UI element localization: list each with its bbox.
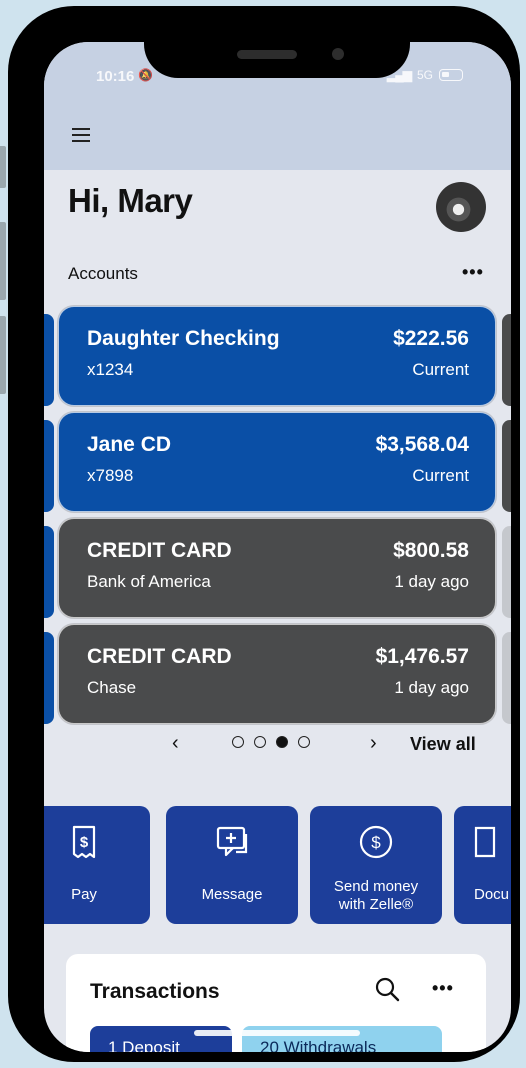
message-label: Message [201, 886, 263, 903]
pay-label: Pay [71, 886, 97, 903]
document-icon [474, 826, 496, 858]
side-button-2 [0, 222, 6, 300]
last-updated: 1 day ago [394, 572, 469, 591]
message-button[interactable]: Message [166, 806, 298, 924]
account-name: Daughter Checking [87, 327, 280, 350]
next-card-peek [502, 314, 511, 406]
next-card-peek [502, 526, 511, 618]
account-balance: $800.58 [393, 539, 469, 562]
last-updated: 1 day ago [394, 678, 469, 697]
page-dot[interactable] [298, 736, 310, 748]
status-time: 10:16 [96, 68, 135, 85]
account-institution: Bank of America [87, 572, 211, 591]
accounts-label: Accounts [68, 264, 138, 283]
account-name: CREDIT CARD [87, 539, 232, 562]
documents-button[interactable]: Docu [454, 806, 511, 924]
page-dots [232, 736, 310, 748]
transactions-panel: Transactions ••• 1 Deposit 20 Withdrawal… [66, 954, 486, 1052]
page-dot[interactable] [232, 736, 244, 748]
zelle-button[interactable]: $ Send money with Zelle® [310, 806, 442, 924]
svg-text:$: $ [371, 833, 381, 852]
app-screen: 10:16 🔕 ▂▄▆ 5G Hi, Mary Accounts ••• Dau… [44, 42, 511, 1052]
phone-frame: 10:16 🔕 ▂▄▆ 5G Hi, Mary Accounts ••• Dau… [8, 6, 520, 1062]
zelle-label-line1: Send money [333, 878, 419, 895]
balance-status: Current [412, 360, 469, 379]
account-balance: $3,568.04 [375, 433, 469, 456]
transactions-title: Transactions [90, 980, 220, 1003]
mute-icon: 🔕 [138, 68, 153, 82]
battery-icon [439, 69, 463, 81]
chevron-right-icon[interactable]: › [370, 732, 377, 755]
phone-notch [144, 12, 410, 78]
prev-card-peek [44, 632, 54, 724]
chevron-left-icon[interactable]: ‹ [172, 732, 179, 755]
account-card-credit-chase[interactable]: CREDIT CARD Chase $1,476.57 1 day ago [58, 624, 496, 724]
zelle-label-line2: with Zelle® [338, 896, 414, 913]
prev-card-peek [44, 314, 54, 406]
side-button-3 [0, 316, 6, 394]
prev-card-peek [44, 526, 54, 618]
view-all-link[interactable]: View all [410, 734, 476, 755]
account-balance: $222.56 [393, 327, 469, 350]
prev-card-peek [44, 420, 54, 512]
home-indicator[interactable] [194, 1030, 360, 1036]
next-card-peek [502, 420, 511, 512]
page-title: Hi, Mary [68, 182, 193, 219]
account-card-jane-cd[interactable]: Jane CD x7898 $3,568.04 Current [58, 412, 496, 512]
svg-text:$: $ [80, 834, 89, 851]
account-card-credit-boa[interactable]: CREDIT CARD Bank of America $800.58 1 da… [58, 518, 496, 618]
transactions-more-button[interactable]: ••• [432, 978, 454, 999]
page-dot-active[interactable] [276, 736, 288, 748]
message-plus-icon [216, 826, 248, 857]
page-dot[interactable] [254, 736, 266, 748]
speaker-grille [237, 50, 297, 59]
accounts-pager: ‹ › View all [44, 730, 511, 760]
accounts-more-button[interactable]: ••• [462, 262, 484, 283]
network-label: 5G [416, 68, 433, 82]
account-number: x1234 [87, 360, 134, 379]
pay-button[interactable]: $ Pay [44, 806, 150, 924]
side-button-1 [0, 146, 6, 188]
account-balance: $1,476.57 [375, 645, 469, 668]
account-card-daughter-checking[interactable]: Daughter Checking x1234 $222.56 Current [58, 306, 496, 406]
balance-status: Current [412, 466, 469, 485]
account-number: x7898 [87, 466, 134, 485]
zelle-label: Send money with Zelle® [310, 878, 442, 914]
status-bar-right: ▂▄▆ 5G [387, 68, 463, 82]
menu-icon[interactable] [72, 128, 90, 142]
account-institution: Chase [87, 678, 137, 697]
account-name: Jane CD [87, 433, 172, 456]
dollar-circle-icon: $ [359, 825, 393, 859]
next-card-peek [502, 632, 511, 724]
receipt-dollar-icon: $ [72, 825, 96, 859]
search-icon[interactable] [374, 976, 400, 1002]
documents-label: Docu [474, 886, 510, 903]
account-name: CREDIT CARD [87, 645, 232, 668]
front-camera [332, 48, 344, 60]
avatar[interactable] [436, 182, 486, 232]
